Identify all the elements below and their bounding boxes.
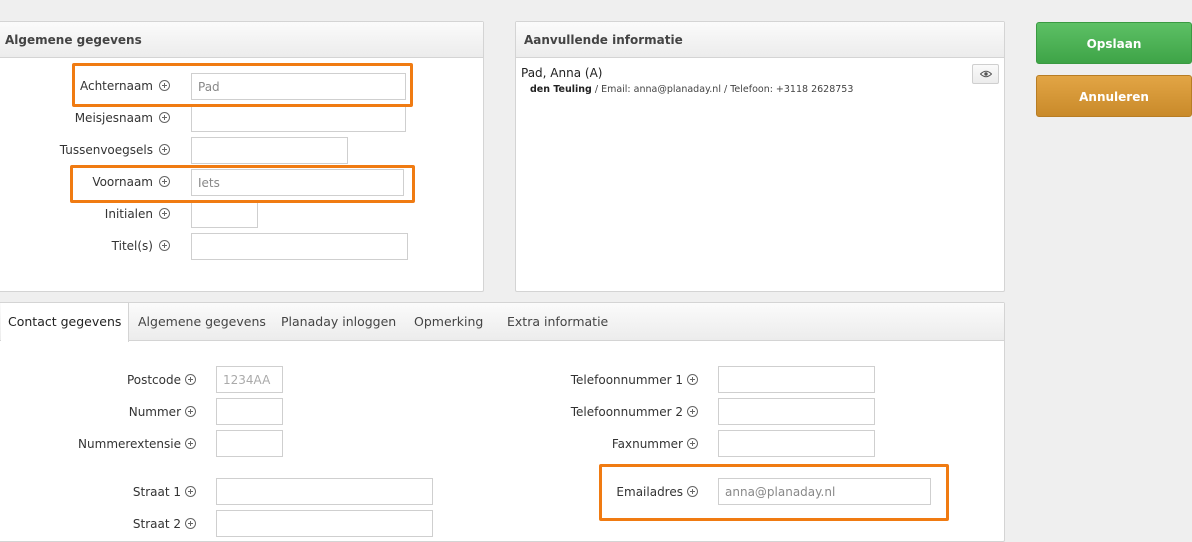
- postcode-input[interactable]: [216, 366, 283, 393]
- last-name-plus-icon[interactable]: [159, 80, 170, 91]
- info-person-details: den Teuling / Email: anna@planaday.nl / …: [530, 84, 853, 95]
- phone-2-label: Telefoonnummer 2: [570, 405, 683, 419]
- last-name-label: Achternaam: [79, 79, 153, 93]
- additional-info-title: Aanvullende informatie: [516, 22, 1004, 58]
- infix-label: Tussenvoegsels: [59, 143, 153, 157]
- cancel-button[interactable]: Annuleren: [1036, 75, 1192, 117]
- street-1-plus-icon[interactable]: [185, 486, 196, 497]
- first-name-plus-icon[interactable]: [159, 176, 170, 187]
- first-name-input[interactable]: [191, 169, 404, 196]
- titles-input[interactable]: [191, 233, 408, 260]
- first-name-label: Voornaam: [92, 175, 153, 189]
- titles-label: Titel(s): [111, 239, 153, 253]
- info-contact-details: / Email: anna@planaday.nl / Telefoon: +3…: [591, 84, 854, 95]
- eye-icon: [980, 70, 992, 78]
- number-extension-label: Nummerextensie: [78, 437, 181, 451]
- street-2-plus-icon[interactable]: [185, 518, 196, 529]
- contact-tabs-panel: Contact gegevens Algemene gegevens Plana…: [0, 302, 1005, 542]
- tab-planaday-login[interactable]: Planaday inloggen: [274, 303, 403, 341]
- initials-plus-icon[interactable]: [159, 208, 170, 219]
- initials-label: Initialen: [104, 207, 153, 221]
- tab-remark[interactable]: Opmerking: [407, 303, 490, 341]
- email-label: Emailadres: [616, 485, 683, 499]
- tab-extra-info[interactable]: Extra informatie: [500, 303, 615, 341]
- fax-plus-icon[interactable]: [687, 438, 698, 449]
- phone-2-input[interactable]: [718, 398, 875, 425]
- postcode-label: Postcode: [126, 373, 181, 387]
- titles-plus-icon[interactable]: [159, 240, 170, 251]
- tab-general-details[interactable]: Algemene gegevens: [131, 303, 273, 341]
- general-info-title: Algemene gegevens: [0, 22, 483, 58]
- phone-1-plus-icon[interactable]: [687, 374, 698, 385]
- tab-bar: Contact gegevens Algemene gegevens Plana…: [0, 303, 1004, 342]
- email-plus-icon[interactable]: [687, 486, 698, 497]
- info-location: den Teuling: [530, 84, 592, 95]
- street-1-label: Straat 1: [132, 485, 181, 499]
- last-name-input[interactable]: [191, 73, 406, 100]
- fax-input[interactable]: [718, 430, 875, 457]
- number-extension-plus-icon[interactable]: [185, 438, 196, 449]
- initials-input[interactable]: [191, 201, 258, 228]
- info-person-name: Pad, Anna (A): [521, 66, 603, 80]
- phone-2-plus-icon[interactable]: [687, 406, 698, 417]
- general-info-panel: Algemene gegevens Achternaam Meisjesnaam…: [0, 21, 484, 292]
- house-number-input[interactable]: [216, 398, 283, 425]
- infix-plus-icon[interactable]: [159, 144, 170, 155]
- fax-label: Faxnummer: [611, 437, 683, 451]
- maiden-name-input[interactable]: [191, 105, 406, 132]
- street-2-input[interactable]: [216, 510, 433, 537]
- view-details-button[interactable]: [972, 64, 999, 84]
- phone-1-label: Telefoonnummer 1: [570, 373, 683, 387]
- email-input[interactable]: [718, 478, 931, 505]
- phone-1-input[interactable]: [718, 366, 875, 393]
- maiden-name-label: Meisjesnaam: [74, 111, 153, 125]
- house-number-label: Nummer: [128, 405, 181, 419]
- postcode-plus-icon[interactable]: [185, 374, 196, 385]
- infix-input[interactable]: [191, 137, 348, 164]
- additional-info-panel: Aanvullende informatie Pad, Anna (A) den…: [515, 21, 1005, 292]
- street-1-input[interactable]: [216, 478, 433, 505]
- tab-contact-details[interactable]: Contact gegevens: [1, 303, 130, 342]
- number-extension-input[interactable]: [216, 430, 283, 457]
- maiden-name-plus-icon[interactable]: [159, 112, 170, 123]
- save-button[interactable]: Opslaan: [1036, 22, 1192, 64]
- house-number-plus-icon[interactable]: [185, 406, 196, 417]
